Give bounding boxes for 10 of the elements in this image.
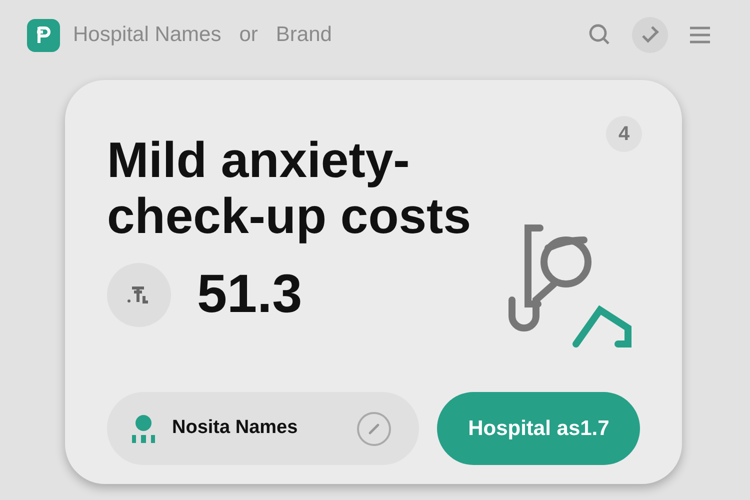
logo-icon (27, 18, 60, 52)
card-title: Mild anxiety- check-up costs (107, 132, 472, 244)
people-icon (131, 414, 156, 442)
cost-amount: 51.3 (197, 263, 302, 326)
header-title: Brand (276, 22, 332, 48)
count-badge: 4 (606, 116, 642, 152)
hospital-name: Nosita Names (172, 416, 298, 440)
header-title: Hospital Names (73, 22, 222, 48)
hospital-select[interactable]: Nosita Names (107, 392, 420, 465)
header-title: or (239, 22, 258, 48)
